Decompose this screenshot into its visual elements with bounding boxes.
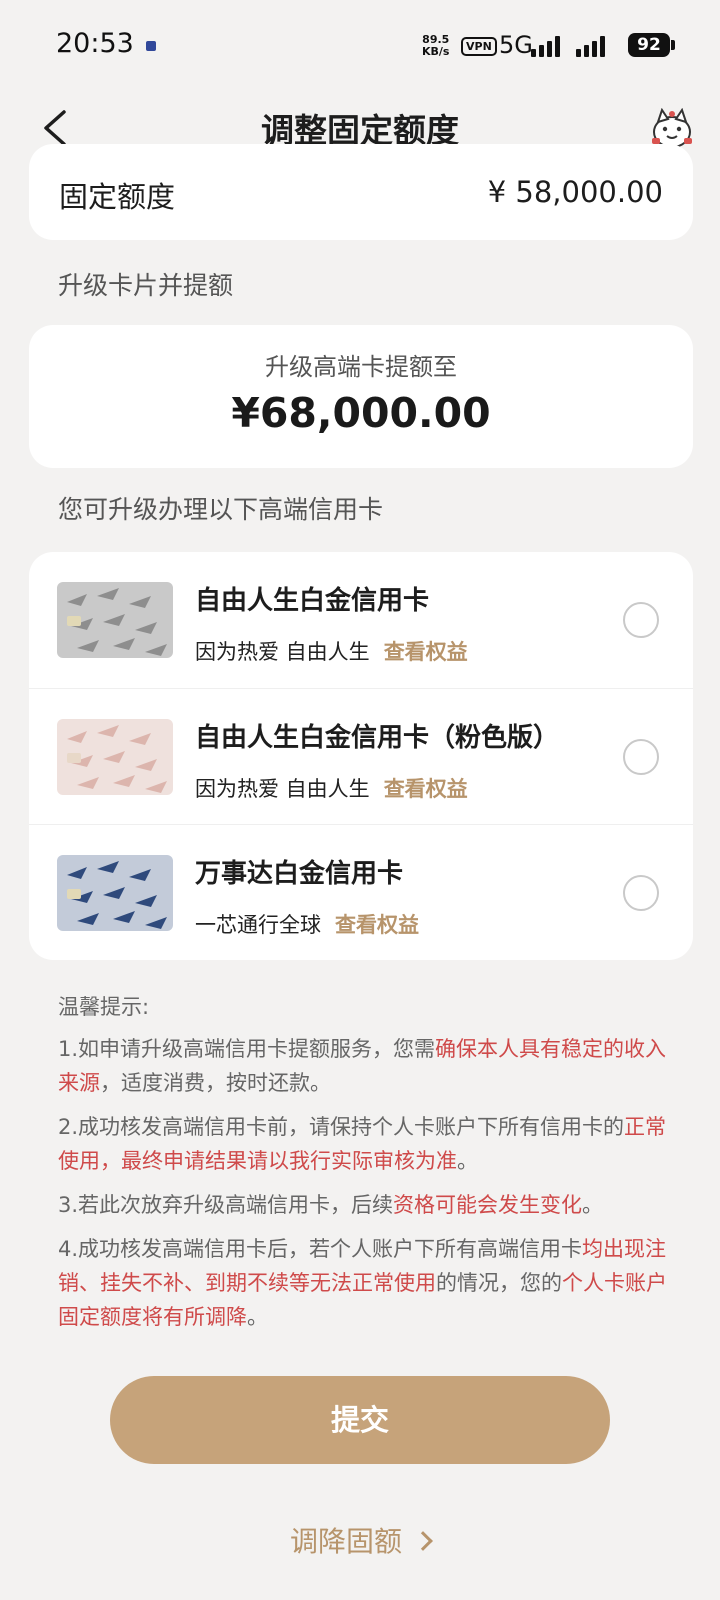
submit-button[interactable]: 提交 <box>110 1376 610 1464</box>
upgrade-amount: ¥68,000.00 <box>231 389 491 437</box>
card-name: 万事达白金信用卡 <box>195 859 404 889</box>
tip-text: ，适度消费，按时还款。 <box>100 1071 331 1095</box>
view-benefits-link[interactable]: 查看权益 <box>384 777 468 801</box>
status-bar: 20:53 89.5 KB/s VPN 5G 92 <box>0 0 720 92</box>
card-name: 自由人生白金信用卡（粉色版） <box>195 723 560 753</box>
status-time: 20:53 <box>56 28 134 59</box>
card-options-list: 自由人生白金信用卡 因为热爱 自由人生 查看权益 自由人生白金信用卡（粉色版） 因… <box>29 552 693 960</box>
card-image-silver <box>57 582 173 658</box>
tip-highlight: 资格可能会发生变化 <box>393 1193 583 1217</box>
card-slogan-text: 因为热爱 自由人生 <box>195 640 370 664</box>
tip-text: 。 <box>582 1193 604 1217</box>
card-slogan-text: 一芯通行全球 <box>195 913 321 937</box>
upgrade-subtitle: 升级高端卡提额至 <box>265 353 457 381</box>
fixed-limit-card: 固定额度 ¥ 58,000.00 <box>29 144 693 240</box>
tip-text: 。 <box>247 1305 268 1329</box>
upgrade-amount-card: 升级高端卡提额至 ¥68,000.00 <box>29 325 693 468</box>
network-type: 5G <box>499 31 533 59</box>
tip-text: 1.如申请升级高端信用卡提额服务，您需 <box>58 1037 436 1061</box>
card-radio[interactable] <box>623 602 659 638</box>
signal-icon <box>531 35 560 57</box>
lower-limit-label: 调降固额 <box>289 1525 402 1558</box>
lower-limit-link[interactable]: 调降固额 <box>0 1520 720 1560</box>
card-image-pink <box>57 719 173 795</box>
tip-item: 1.如申请升级高端信用卡提额服务，您需确保本人具有稳定的收入来源，适度消费，按时… <box>58 1032 668 1100</box>
tip-text: 的情况，您的 <box>436 1271 562 1295</box>
card-radio[interactable] <box>623 875 659 911</box>
tip-item: 3.若此次放弃升级高端信用卡，后续资格可能会发生变化。 <box>58 1188 668 1222</box>
card-option-mastercard-platinum[interactable]: 万事达白金信用卡 一芯通行全球 查看权益 <box>29 824 693 960</box>
vpn-icon: VPN <box>461 37 497 56</box>
cards-section-label: 您可升级办理以下高端信用卡 <box>58 495 384 524</box>
card-name: 自由人生白金信用卡 <box>195 586 430 616</box>
view-benefits-link[interactable]: 查看权益 <box>335 913 419 937</box>
upgrade-section-label: 升级卡片并提额 <box>58 271 234 300</box>
view-benefits-link[interactable]: 查看权益 <box>384 640 468 664</box>
tip-item: 4.成功核发高端信用卡后，若个人账户下所有高端信用卡均出现注销、挂失不补、到期不… <box>58 1232 668 1334</box>
tip-item: 2.成功核发高端信用卡前，请保持个人卡账户下所有信用卡的正常使用，最终申请结果请… <box>58 1110 668 1178</box>
notification-icon <box>146 41 156 51</box>
card-option-freedom-platinum[interactable]: 自由人生白金信用卡 因为热爱 自由人生 查看权益 <box>29 552 693 688</box>
tip-text: 3.若此次放弃升级高端信用卡，后续 <box>58 1193 394 1217</box>
tips-title: 温馨提示: <box>58 995 150 1019</box>
battery-tip <box>671 40 675 50</box>
card-option-freedom-platinum-pink[interactable]: 自由人生白金信用卡（粉色版） 因为热爱 自由人生 查看权益 <box>29 688 693 824</box>
fixed-limit-value: ¥ 58,000.00 <box>487 175 663 209</box>
card-slogan: 一芯通行全球 查看权益 <box>195 909 419 939</box>
tip-text: 。 <box>457 1149 478 1173</box>
tip-text: 4.成功核发高端信用卡后，若个人账户下所有高端信用卡 <box>58 1237 583 1261</box>
battery-icon: 92 <box>628 33 670 57</box>
tip-text: 2.成功核发高端信用卡前，请保持个人卡账户下所有信用卡的 <box>58 1115 625 1139</box>
network-speed-unit: KB/s <box>422 45 450 58</box>
fixed-limit-label: 固定额度 <box>59 180 176 214</box>
card-radio[interactable] <box>623 739 659 775</box>
tips-section: 温馨提示: 1.如申请升级高端信用卡提额服务，您需确保本人具有稳定的收入来源，适… <box>58 990 668 1344</box>
network-speed: 89.5 KB/s <box>422 34 449 58</box>
card-slogan: 因为热爱 自由人生 查看权益 <box>195 636 468 666</box>
card-slogan-text: 因为热爱 自由人生 <box>195 777 370 801</box>
card-image-blue <box>57 855 173 931</box>
chevron-right-icon <box>413 1531 433 1551</box>
card-slogan: 因为热爱 自由人生 查看权益 <box>195 773 468 803</box>
signal-icon-2 <box>576 35 605 57</box>
